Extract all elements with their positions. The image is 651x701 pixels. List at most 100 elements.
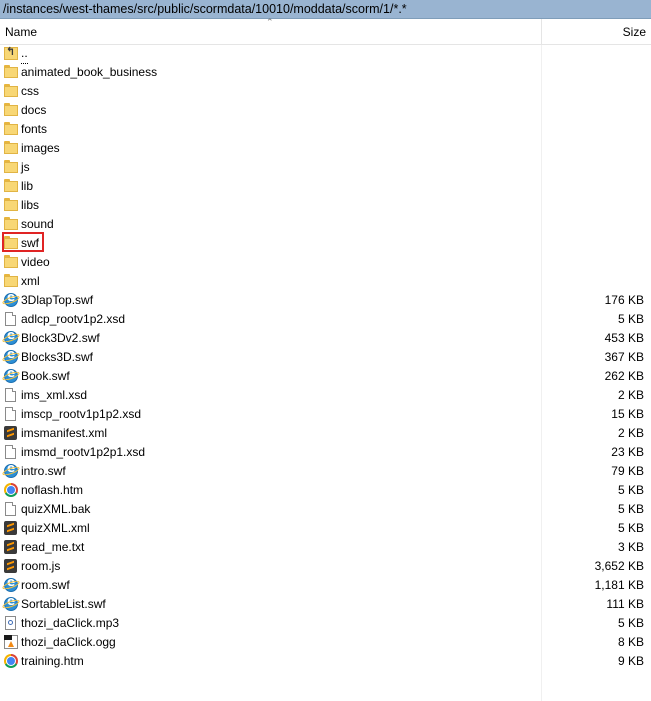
file-row[interactable]: video <box>0 253 651 272</box>
file-row[interactable]: SortableList.swf 111 KB <box>0 594 651 614</box>
chrome-icon <box>4 654 18 668</box>
file-size: 3 KB <box>617 540 644 554</box>
chrome-icon <box>4 483 18 497</box>
file-name: fonts <box>21 122 48 136</box>
file-name: room.js <box>21 559 61 573</box>
folder-icon <box>4 236 18 251</box>
file-size: 3,652 KB <box>594 559 644 573</box>
document-icon <box>5 407 16 421</box>
folder-icon <box>4 274 18 289</box>
document-icon <box>5 388 16 402</box>
file-name: video <box>21 255 50 269</box>
column-header-name[interactable]: Name <box>5 25 37 39</box>
file-name: thozi_daClick.mp3 <box>21 616 120 630</box>
ie-icon <box>4 328 18 345</box>
file-name: read_me.txt <box>21 540 85 554</box>
file-row[interactable]: thozi_daClick.ogg 8 KB <box>0 633 651 652</box>
file-size: 5 KB <box>617 521 644 535</box>
file-row[interactable]: thozi_daClick.mp3 5 KB <box>0 614 651 633</box>
file-size: 2 KB <box>617 426 644 440</box>
file-name: imsmanifest.xml <box>21 426 108 440</box>
file-name: Blocks3D.swf <box>21 350 94 364</box>
file-row[interactable]: imsmd_rootv1p2p1.xsd 23 KB <box>0 443 651 462</box>
file-row[interactable]: Block3Dv2.swf 453 KB <box>0 328 651 348</box>
file-row[interactable]: room.js 3,652 KB <box>0 557 651 576</box>
file-name: SortableList.swf <box>21 597 106 611</box>
file-row[interactable]: intro.swf 79 KB <box>0 461 651 481</box>
column-header-size[interactable]: Size <box>623 25 646 39</box>
sublime-icon <box>4 426 17 440</box>
folder-icon <box>4 141 18 156</box>
file-name: animated_book_business <box>21 65 158 79</box>
document-icon <box>5 445 16 459</box>
sublime-icon <box>4 521 17 535</box>
sublime-icon <box>4 540 17 554</box>
file-name: .. <box>21 44 28 64</box>
path-bar: /instances/west-thames/src/public/scormd… <box>0 0 651 19</box>
ie-icon <box>4 347 18 364</box>
file-size: 2 KB <box>617 388 644 402</box>
file-list: ↰.. animated_book_businesscss docs fonts ima… <box>0 44 651 671</box>
file-row[interactable]: animated_book_business <box>0 63 651 82</box>
file-size: 176 KB <box>604 293 644 307</box>
ie-icon <box>4 461 18 478</box>
file-row[interactable]: images <box>0 139 651 158</box>
file-row[interactable]: training.htm 9 KB <box>0 652 651 671</box>
file-row[interactable]: imsmanifest.xml 2 KB <box>0 424 651 443</box>
ie-icon <box>4 575 18 592</box>
file-name: imscp_rootv1p1p2.xsd <box>21 407 142 421</box>
file-row[interactable]: ↰.. <box>0 44 651 64</box>
file-row[interactable]: read_me.txt 3 KB <box>0 538 651 557</box>
file-row[interactable]: adlcp_rootv1p2.xsd 5 KB <box>0 310 651 329</box>
file-size: 367 KB <box>604 350 644 364</box>
folder-icon <box>4 198 18 213</box>
file-row[interactable]: noflash.htm 5 KB <box>0 481 651 500</box>
file-name: adlcp_rootv1p2.xsd <box>21 312 126 326</box>
file-row[interactable]: Book.swf 262 KB <box>0 366 651 386</box>
file-row[interactable]: sound <box>0 215 651 234</box>
file-name: libs <box>21 198 40 212</box>
file-row[interactable]: swf <box>0 232 651 253</box>
column-separator[interactable] <box>541 19 542 45</box>
file-row[interactable]: lib <box>0 177 651 196</box>
audio-icon <box>5 616 16 630</box>
file-size: 5 KB <box>617 616 644 630</box>
file-name: docs <box>21 103 47 117</box>
file-row[interactable]: xml <box>0 272 651 291</box>
file-size: 23 KB <box>611 445 644 459</box>
file-row[interactable]: docs <box>0 101 651 120</box>
file-size: 5 KB <box>617 312 644 326</box>
file-name: css <box>21 84 39 98</box>
file-row[interactable]: quizXML.xml 5 KB <box>0 519 651 538</box>
file-row[interactable]: fonts <box>0 120 651 139</box>
sublime-icon <box>4 559 17 573</box>
file-row[interactable]: imscp_rootv1p1p2.xsd 15 KB <box>0 405 651 424</box>
file-name: thozi_daClick.ogg <box>21 635 116 649</box>
file-row[interactable]: 3DlapTop.swf 176 KB <box>0 290 651 310</box>
file-name: ims_xml.xsd <box>21 388 88 402</box>
file-size: 15 KB <box>611 407 644 421</box>
file-name: xml <box>21 274 40 288</box>
file-row[interactable]: ims_xml.xsd 2 KB <box>0 386 651 405</box>
file-name: quizXML.bak <box>21 502 91 516</box>
file-size: 453 KB <box>604 331 644 345</box>
column-header: ⌃ Name Size <box>0 17 651 45</box>
vlc-icon <box>4 635 18 649</box>
folder-icon <box>4 217 18 232</box>
ie-icon <box>4 594 18 611</box>
file-size: 111 KB <box>606 597 644 611</box>
document-icon <box>5 312 16 326</box>
file-name: imsmd_rootv1p2p1.xsd <box>21 445 146 459</box>
file-row[interactable]: js <box>0 158 651 177</box>
sort-arrow-icon: ⌃ <box>266 17 274 27</box>
file-row[interactable]: libs <box>0 196 651 215</box>
folder-icon <box>4 160 18 175</box>
file-row[interactable]: Blocks3D.swf 367 KB <box>0 347 651 367</box>
file-size: 1,181 KB <box>594 578 644 592</box>
file-name: swf <box>21 236 39 250</box>
file-row[interactable]: quizXML.bak 5 KB <box>0 500 651 519</box>
folder-icon <box>4 65 18 80</box>
file-row[interactable]: room.swf 1,181 KB <box>0 575 651 595</box>
file-row[interactable]: css <box>0 82 651 101</box>
folder-icon <box>4 122 18 137</box>
